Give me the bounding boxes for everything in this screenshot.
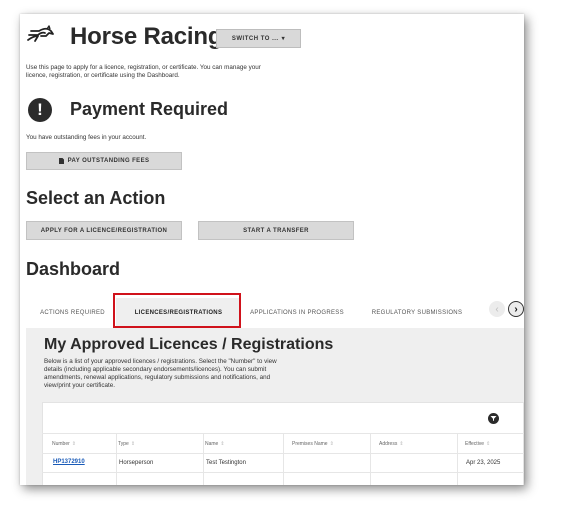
licence-name: Test Testington	[206, 460, 246, 466]
column-header-effective[interactable]: Effective ⇕	[465, 441, 490, 447]
payment-text: You have outstanding fees in your accoun…	[26, 134, 147, 141]
sort-icon: ⇕	[71, 441, 76, 447]
column-header-name[interactable]: Name ⇕	[205, 441, 225, 447]
column-header-label: Type	[118, 441, 129, 447]
exclamation-icon: !	[28, 98, 52, 122]
sort-icon: ⇕	[130, 441, 136, 447]
start-transfer-label: START A TRANSFER	[243, 227, 309, 234]
column-header-label: Effective	[465, 441, 485, 447]
column-header-label: Premises Name	[292, 441, 328, 447]
apply-licence-label: APPLY FOR A LICENCE/REGISTRATION	[40, 227, 168, 234]
row-divider	[42, 472, 524, 473]
filter-funnel-glyph	[490, 416, 497, 421]
horse-logo-icon	[27, 25, 54, 42]
column-header-type[interactable]: Type ⇕	[118, 441, 135, 447]
column-header-premises[interactable]: Premises Name ⇕	[292, 441, 334, 447]
payment-required-heading: Payment Required	[70, 99, 229, 119]
panel-description: Below is a list of your approved licence…	[44, 358, 277, 389]
sort-icon: ⇕	[220, 441, 225, 447]
chevron-right-icon[interactable]: ›	[508, 301, 524, 317]
licence-type: Horseperson	[119, 460, 154, 466]
sort-icon: ⇕	[329, 441, 334, 447]
column-header-label: Number	[52, 441, 70, 447]
apply-licence-button[interactable]: APPLY FOR A LICENCE/REGISTRATION	[26, 221, 182, 240]
tab-regulatory-submissions[interactable]: REGULATORY SUBMISSIONS	[362, 298, 472, 328]
pay-outstanding-fees-label: PAY OUTSTANDING FEES	[67, 158, 150, 164]
filter-icon[interactable]	[488, 413, 499, 424]
licence-number-link[interactable]: HP1372910	[53, 459, 85, 465]
dashboard-heading: Dashboard	[26, 259, 121, 279]
dashboard-tabs: ACTIONS REQUIRED LICENCES/REGISTRATIONS …	[26, 298, 524, 328]
chevron-down-icon: ▾	[281, 36, 286, 42]
sort-icon: ⇕	[399, 441, 404, 447]
tab-highlight-box	[113, 293, 241, 328]
tab-applications-in-progress[interactable]: APPLICATIONS IN PROGRESS	[242, 298, 352, 328]
switch-to-label: SWITCH TO ...	[231, 35, 279, 42]
start-transfer-button[interactable]: START A TRANSFER	[198, 221, 354, 240]
app-window: Horse Racing SWITCH TO ... ▾ Use this pa…	[20, 14, 524, 485]
chevron-left-icon[interactable]: ‹	[489, 301, 505, 317]
app-title: Horse Racing	[70, 23, 223, 50]
column-header-address[interactable]: Address ⇕	[379, 441, 404, 447]
tab-actions-required[interactable]: ACTIONS REQUIRED	[26, 298, 119, 328]
document-icon	[58, 158, 64, 164]
select-action-heading: Select an Action	[26, 188, 166, 208]
column-header-number[interactable]: Number ⇕	[52, 441, 76, 447]
column-header-label: Address	[379, 441, 398, 447]
sort-icon: ⇕	[486, 441, 491, 447]
pay-outstanding-fees-button[interactable]: PAY OUTSTANDING FEES	[26, 152, 182, 170]
panel-title: My Approved Licences / Registrations	[44, 336, 334, 353]
switch-to-dropdown[interactable]: SWITCH TO ... ▾	[216, 29, 301, 48]
intro-text: Use this page to apply for a licence, re…	[26, 64, 261, 79]
column-header-label: Name	[205, 441, 219, 447]
table-row: HP1372910 Horseperson Test Testington Ap…	[42, 454, 524, 472]
licence-effective-date: Apr 23, 2025	[466, 460, 501, 466]
